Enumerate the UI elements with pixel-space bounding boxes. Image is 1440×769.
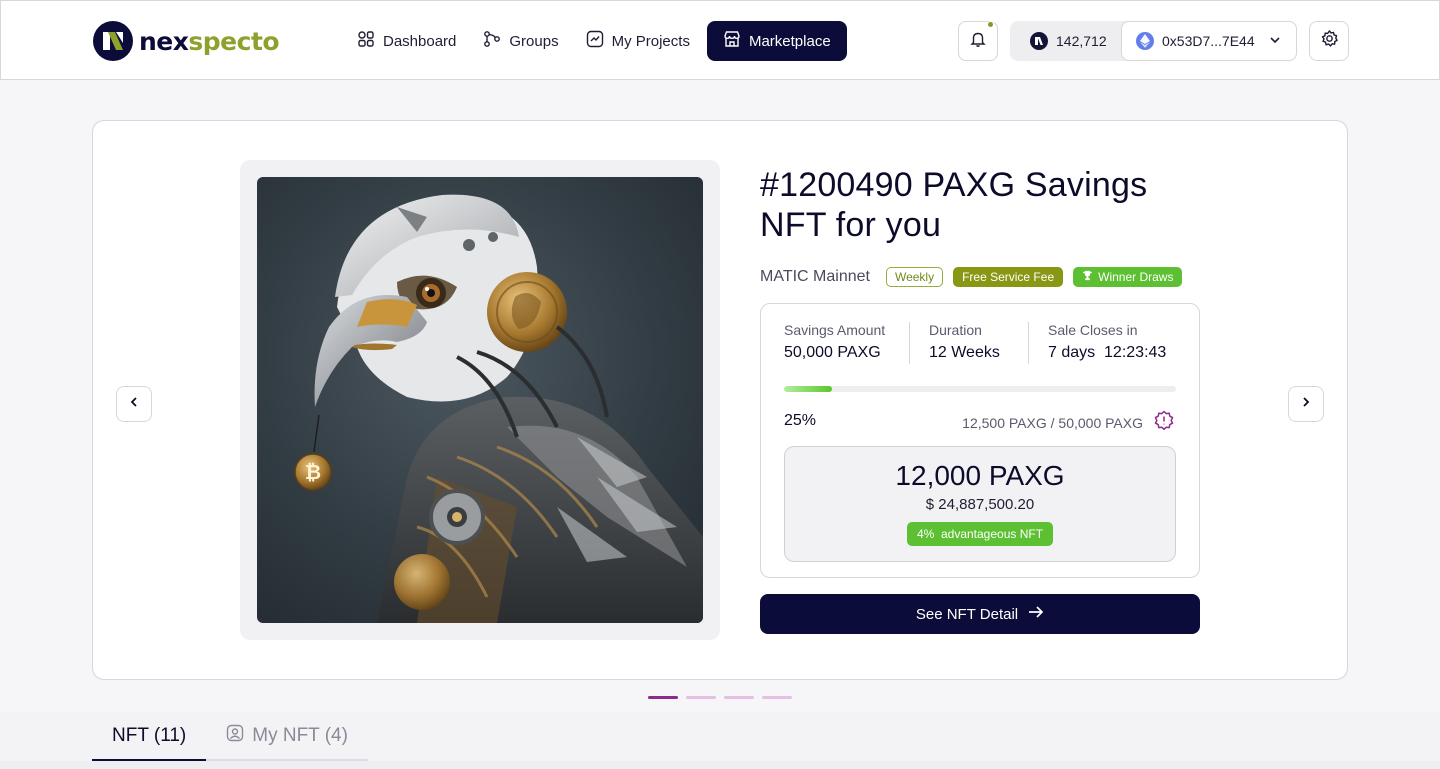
svg-text:₿: ₿ [305,460,321,484]
savings-progress-bar [784,386,1176,392]
nav-dashboard[interactable]: Dashboard [347,21,466,61]
advantage-badge: 4% advantageous NFT [906,522,1054,546]
nav-dashboard-label: Dashboard [383,32,457,50]
weekly-badge: Weekly [885,267,944,287]
nft-carousel: ₿ #1200490 PAXG Savings NFT for you MATI… [92,120,1348,680]
nft-tabs: NFT (11) My NFT (4) [92,712,368,761]
chevron-right-icon [1299,395,1313,414]
nft-artwork-image[interactable]: ₿ [257,177,703,623]
groups-icon [483,30,501,52]
stat-label: Savings Amount [784,322,886,338]
nav-marketplace-label: Marketplace [748,32,831,50]
nft-tabs-bar: NFT (11) My NFT (4) [0,712,1440,769]
ethereum-icon [1136,32,1154,50]
network-label: MATIC Mainnet [760,268,870,285]
raised-amount-text: 12,500 PAXG / 50,000 PAXG [962,414,1143,431]
nav-my-projects[interactable]: My Projects [576,21,700,61]
user-badge-icon [226,724,244,748]
nav-groups-label: Groups [509,32,559,50]
projects-icon [586,30,604,52]
marketplace-icon [723,30,741,52]
nft-title: #1200490 PAXG Savings NFT for you [760,166,1148,244]
notifications-button[interactable] [958,21,998,61]
stat-value: 7 days 12:23:43 [1048,344,1167,361]
tab-my-nft-label: My NFT (4) [252,725,348,746]
nft-info-panel: #1200490 PAXG Savings NFT for you MATIC … [760,165,1200,634]
tabs-content-top [0,761,1440,769]
winner-draws-label: Winner Draws [1098,270,1174,284]
carousel-dot[interactable] [724,696,754,699]
tab-nft[interactable]: NFT (11) [92,712,207,761]
token-balance: 142,712 [1030,21,1107,61]
wallet-dropdown[interactable]: 0x53D7...7E44 [1121,21,1297,61]
stat-value: 50,000 PAXG [784,344,881,361]
nav-my-projects-label: My Projects [611,32,690,50]
arrow-right-icon [1028,605,1044,623]
info-badge-icon[interactable] [1153,410,1175,435]
top-navbar: nexspecto Dashboard Groups My Projects M… [0,0,1440,80]
stat-duration: Duration 12 Weeks [929,322,1000,362]
carousel-next-button[interactable] [1288,386,1324,422]
see-nft-detail-button[interactable]: See NFT Detail [760,594,1200,634]
progress-percent: 25% [784,412,817,429]
tab-my-nft[interactable]: My NFT (4) [206,712,368,760]
nft-meta-row: MATIC Mainnet Weekly Free Service Fee Wi… [760,267,1200,287]
winner-draws-badge: Winner Draws [1073,267,1183,287]
stat-sale-closes: Sale Closes in 7 days 12:23:43 [1048,322,1166,362]
free-service-fee-badge: Free Service Fee [953,267,1064,287]
chevron-down-icon [1268,33,1282,50]
carousel-dot[interactable] [648,696,678,699]
nft-price-usd: $ 24,887,500.20 [925,496,1035,513]
gear-icon [1320,29,1339,53]
divider [1028,322,1029,364]
nft-price: 12,000 PAXG [895,460,1065,491]
wallet-group: 142,712 0x53D7...7E44 [1010,21,1297,61]
carousel-dot[interactable] [686,696,716,699]
nexspecto-logo[interactable]: nexspecto [93,21,280,61]
logo-wordmark: nexspecto [139,26,280,56]
divider [909,322,910,364]
savings-stats-card: Savings Amount 50,000 PAXG Duration 12 W… [760,303,1200,578]
stat-savings-amount: Savings Amount 50,000 PAXG [784,322,885,362]
carousel-prev-button[interactable] [116,386,152,422]
wallet-address: 0x53D7...7E44 [1162,33,1255,49]
token-icon [1030,32,1048,50]
nav-groups[interactable]: Groups [473,21,568,61]
notification-indicator [987,21,994,28]
tab-nft-label: NFT (11) [112,724,187,746]
stat-label: Sale Closes in [1048,322,1138,338]
main-nav: Dashboard Groups My Projects Marketplace [347,21,847,61]
dashboard-icon [357,30,375,52]
stat-value: 12 Weeks [929,344,1000,361]
trophy-icon [1082,268,1093,286]
stat-label: Duration [929,322,982,338]
raised-amount: 12,500 PAXG / 50,000 PAXG [962,410,1175,435]
nft-price-box: 12,000 PAXG $ 24,887,500.20 4% advantage… [784,446,1176,562]
bell-icon [969,30,987,53]
nav-marketplace[interactable]: Marketplace [706,21,847,61]
carousel-dot[interactable] [762,696,792,699]
token-balance-value: 142,712 [1056,33,1107,49]
logo-mark-icon [93,21,133,61]
carousel-pagination [648,696,792,699]
savings-progress-fill [784,386,833,392]
settings-button[interactable] [1309,21,1349,61]
see-nft-detail-label: See NFT Detail [915,605,1019,623]
chevron-left-icon [127,395,141,414]
nft-image-frame: ₿ [240,160,720,640]
